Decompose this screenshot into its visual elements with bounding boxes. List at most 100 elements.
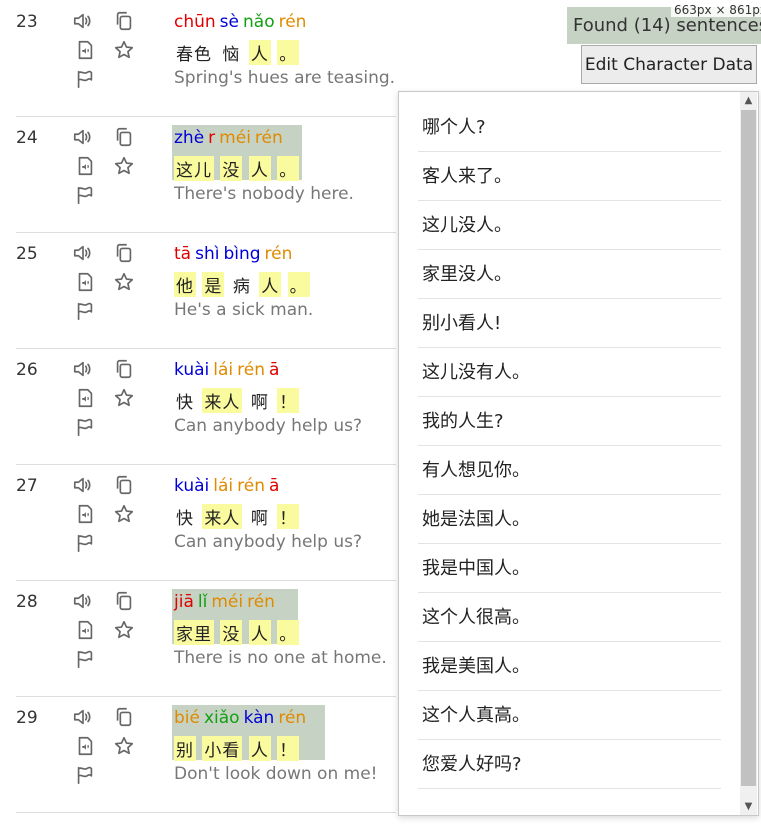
hanzi-word[interactable]: 恼	[220, 40, 242, 65]
edit-character-data-button[interactable]: Edit Character Data	[581, 45, 757, 84]
hanzi-word[interactable]: 啊	[249, 504, 271, 529]
pinyin-syllable: lái	[213, 476, 234, 496]
hanzi-word[interactable]: 。	[277, 156, 300, 181]
hanzi-word[interactable]: 人	[248, 736, 271, 761]
translation: Can anybody help us?	[174, 532, 362, 552]
hanzi-word[interactable]: 人	[248, 40, 271, 65]
scroll-down-arrow[interactable]: ▼	[740, 798, 757, 815]
audio-file-icon[interactable]	[74, 619, 96, 641]
star-icon[interactable]	[113, 735, 135, 757]
sentence-row: 29 bié xiǎo kàn rén 别 小看 人 ！ Don't look down …	[16, 696, 396, 813]
star-icon[interactable]	[113, 387, 135, 409]
dropdown-sentence-item[interactable]: 她是法国人。	[418, 496, 721, 544]
hanzi-word[interactable]: 这儿	[174, 156, 214, 181]
dropdown-scrollbar[interactable]: ▲ ▼	[740, 92, 757, 815]
flag-icon[interactable]	[74, 764, 96, 786]
hanzi-word[interactable]: 春色	[174, 40, 214, 65]
star-icon[interactable]	[113, 619, 135, 641]
hanzi-word[interactable]: 。	[277, 620, 300, 645]
hanzi-word[interactable]: ！	[277, 736, 300, 761]
flag-icon[interactable]	[74, 184, 96, 206]
dropdown-sentence-item[interactable]: 我是美国人。	[418, 643, 721, 691]
hanzi-word[interactable]: 是	[202, 272, 225, 297]
speaker-icon[interactable]	[72, 10, 94, 32]
audio-file-icon[interactable]	[74, 387, 96, 409]
star-icon[interactable]	[113, 39, 135, 61]
speaker-icon[interactable]	[72, 126, 94, 148]
sentence-row: 27 kuài lái rén ā 快 来人 啊 ！ Can anybody help u…	[16, 464, 396, 581]
speaker-icon[interactable]	[72, 474, 94, 496]
flag-icon[interactable]	[74, 532, 96, 554]
hanzi-word[interactable]: 人	[248, 156, 271, 181]
dropdown-sentence-item[interactable]: 这个人很高。	[418, 594, 721, 642]
copy-icon[interactable]	[113, 126, 135, 148]
hanzi-word[interactable]: 人	[259, 272, 282, 297]
translation: Spring's hues are teasing.	[174, 68, 396, 88]
copy-icon[interactable]	[113, 474, 135, 496]
dropdown-sentence-item[interactable]: 家里没人。	[418, 251, 721, 299]
row-number: 29	[16, 708, 38, 728]
hanzi-word[interactable]: 。	[287, 272, 310, 297]
star-icon[interactable]	[113, 155, 135, 177]
hanzi-word[interactable]: 来人	[202, 388, 243, 413]
dropdown-sentence-item[interactable]: 这儿没有人。	[418, 349, 721, 397]
hanzi-line: 这儿 没 人 。	[174, 156, 300, 181]
pinyin-syllable: jiā	[174, 592, 194, 612]
row-number: 27	[16, 476, 38, 496]
dropdown-sentence-item[interactable]: 客人来了。	[418, 153, 721, 201]
star-icon[interactable]	[113, 503, 135, 525]
speaker-icon[interactable]	[72, 358, 94, 380]
dropdown-sentence-item[interactable]: 我的人生?	[418, 398, 721, 446]
hanzi-word[interactable]: 来人	[202, 504, 243, 529]
pinyin-line: chūn sè nǎo rén	[174, 12, 310, 32]
dropdown-sentence-item[interactable]: 别小看人!	[418, 300, 721, 348]
flag-icon[interactable]	[74, 648, 96, 670]
hanzi-word[interactable]: 小看	[202, 736, 243, 761]
hanzi-word[interactable]: 快	[174, 388, 196, 413]
hanzi-word[interactable]: 人	[248, 620, 271, 645]
dropdown-sentence-item[interactable]: 有人想见你。	[418, 447, 721, 495]
flag-icon[interactable]	[74, 300, 96, 322]
hanzi-word[interactable]: 别	[174, 736, 196, 761]
pinyin-syllable: sè	[219, 12, 239, 32]
hanzi-word[interactable]: 没	[220, 620, 243, 645]
dropdown-sentence-item[interactable]: 这儿没人。	[418, 202, 721, 250]
dropdown-sentence-item[interactable]: 我是中国人。	[418, 545, 721, 593]
copy-icon[interactable]	[113, 358, 135, 380]
hanzi-word[interactable]: 啊	[249, 388, 271, 413]
speaker-icon[interactable]	[72, 590, 94, 612]
audio-file-icon[interactable]	[74, 271, 96, 293]
star-icon[interactable]	[113, 271, 135, 293]
copy-icon[interactable]	[113, 242, 135, 264]
dropdown-sentence-item[interactable]: 您爱人好吗?	[418, 741, 721, 789]
audio-file-icon[interactable]	[74, 503, 96, 525]
pinyin-syllable: bié	[174, 708, 200, 728]
copy-icon[interactable]	[113, 706, 135, 728]
size-tooltip: 663px × 861px	[671, 3, 761, 17]
scroll-thumb[interactable]	[741, 110, 756, 786]
hanzi-word[interactable]: 他	[174, 272, 196, 297]
flag-icon[interactable]	[74, 68, 96, 90]
hanzi-word[interactable]: 家里	[174, 620, 214, 645]
copy-icon[interactable]	[113, 590, 135, 612]
hanzi-word[interactable]: 快	[174, 504, 196, 529]
hanzi-word[interactable]: 病	[231, 272, 253, 297]
speaker-icon[interactable]	[72, 242, 94, 264]
audio-file-icon[interactable]	[74, 155, 96, 177]
dropdown-sentence-item[interactable]: 哪个人?	[418, 104, 721, 152]
copy-icon[interactable]	[113, 10, 135, 32]
hanzi-word[interactable]: 。	[277, 40, 300, 65]
scroll-up-arrow[interactable]: ▲	[740, 92, 757, 109]
dropdown-sentence-item[interactable]: 这个人真高。	[418, 692, 721, 740]
speaker-icon[interactable]	[72, 706, 94, 728]
translation: He's a sick man.	[174, 300, 314, 320]
hanzi-word[interactable]: ！	[277, 388, 300, 413]
flag-icon[interactable]	[74, 416, 96, 438]
hanzi-word[interactable]: ！	[277, 504, 300, 529]
audio-file-icon[interactable]	[74, 735, 96, 757]
hanzi-word[interactable]: 没	[220, 156, 243, 181]
hanzi-line: 春色 恼 人 。	[174, 40, 300, 65]
sentence-dropdown[interactable]: 哪个人? 客人来了。 这儿没人。 家里没人。 别小看人! 这儿没有人。 我的人生? 有人想见你…	[398, 91, 759, 816]
audio-file-icon[interactable]	[74, 39, 96, 61]
pinyin-syllable: kuài	[174, 360, 210, 380]
